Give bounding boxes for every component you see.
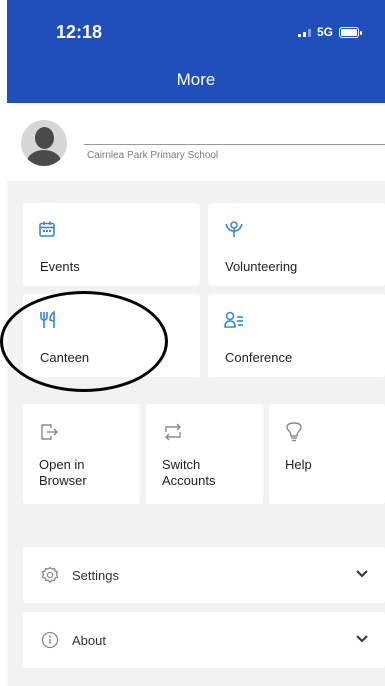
conference-icon [224, 311, 243, 328]
volunteer-icon [225, 221, 243, 237]
tile-open-in-browser-label: Open in Browser [39, 457, 87, 488]
profile-section[interactable]: Cairnlea Park Primary School [7, 103, 385, 181]
settings-label: Settings [72, 568, 119, 583]
lightbulb-icon [286, 422, 302, 442]
about-label: About [72, 633, 106, 648]
network-label: 5G [316, 25, 333, 39]
school-name: Cairnlea Park Primary School [87, 150, 219, 161]
battery-icon [339, 26, 362, 38]
tile-events-label: Events [40, 259, 80, 274]
tile-volunteering[interactable]: Volunteering [208, 203, 385, 286]
avatar [21, 120, 67, 166]
tile-conference[interactable]: Conference [208, 294, 385, 377]
settings-row[interactable]: Settings [23, 547, 385, 603]
app-header: 12:18 5G More [7, 0, 385, 103]
tile-help-label: Help [285, 457, 312, 472]
tile-help[interactable]: Help [269, 404, 385, 504]
highlight-circle-annotation [0, 291, 168, 392]
about-row[interactable]: About [23, 612, 385, 668]
info-icon [41, 631, 59, 649]
page-title: More [176, 70, 216, 89]
status-indicators: 5G [297, 25, 362, 39]
profile-divider [84, 144, 385, 145]
tile-conference-label: Conference [225, 350, 293, 365]
tile-open-in-browser[interactable]: Open in Browser [23, 404, 140, 504]
tile-events[interactable]: Events [23, 203, 200, 286]
signal-icon [297, 27, 311, 37]
open-browser-icon [41, 424, 58, 440]
chevron-down-icon[interactable] [355, 569, 369, 579]
switch-icon [165, 423, 181, 441]
tile-switch-accounts[interactable]: Switch Accounts [146, 404, 263, 504]
chevron-down-icon[interactable] [355, 634, 369, 644]
status-time: 12:18 [56, 22, 103, 42]
calendar-icon [39, 221, 55, 237]
tile-switch-accounts-label: Switch Accounts [162, 457, 216, 488]
tile-volunteering-label: Volunteering [225, 259, 298, 274]
gear-icon [41, 566, 59, 584]
